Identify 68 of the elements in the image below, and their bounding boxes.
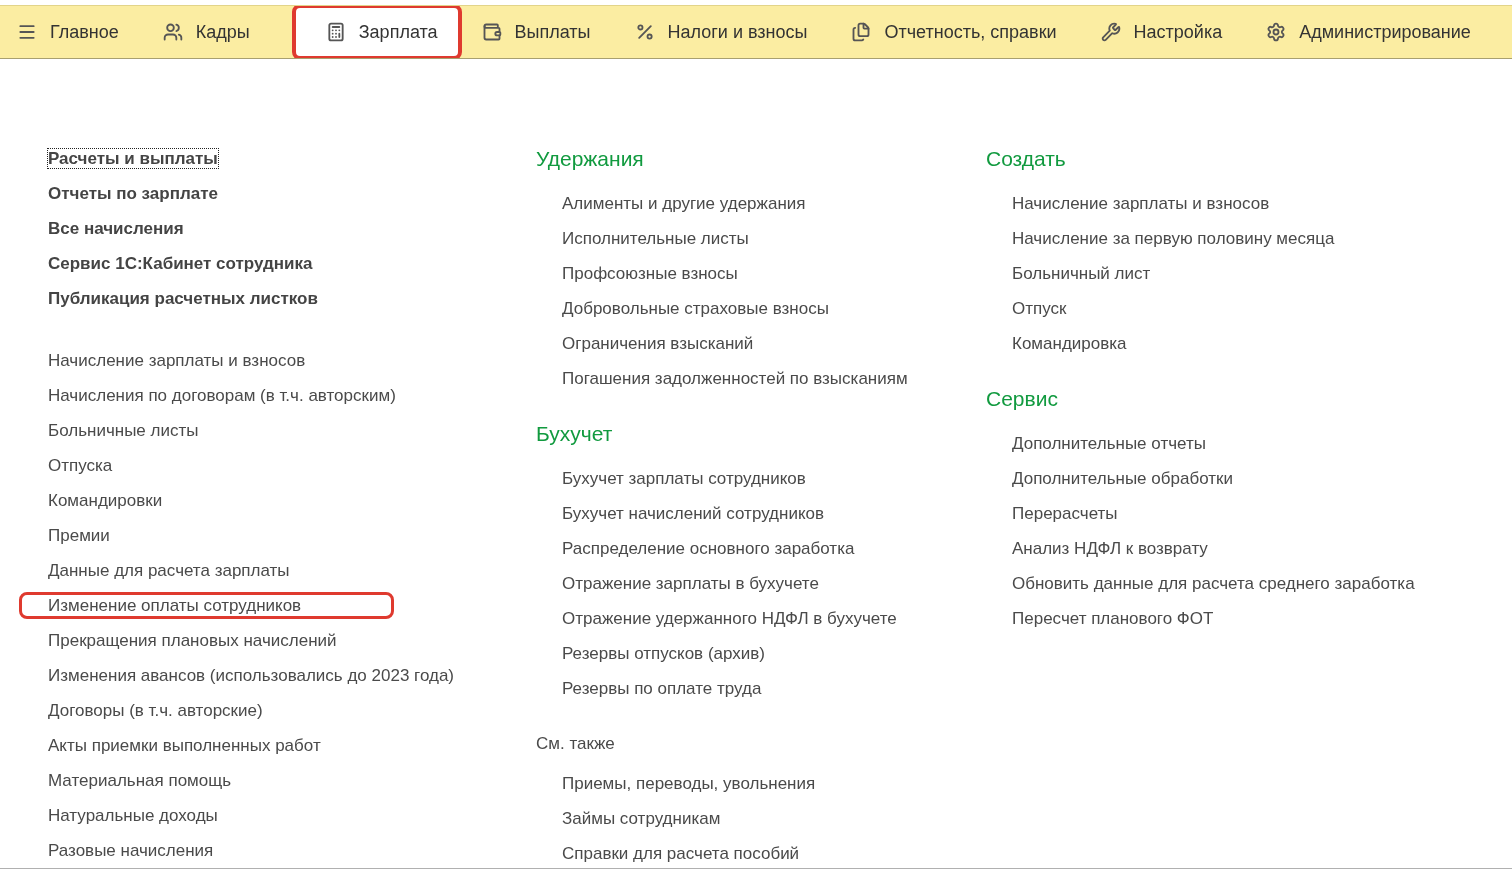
menu-link[interactable]: Ограничения взысканий [562,333,754,354]
menu-link[interactable]: Пересчет планового ФОТ [1012,608,1214,629]
section-heading: Сервис [986,386,1058,412]
menu-link[interactable]: Анализ НДФЛ к возврату [1012,538,1208,559]
menu-link[interactable]: Бухучет начислений сотрудников [562,503,824,524]
section-tab[interactable]: Администрирование [1266,6,1512,58]
section-tab[interactable]: Главное [17,6,163,58]
menu-link[interactable]: Отпуск [1012,298,1067,319]
wallet-icon [481,22,502,42]
main-link[interactable]: Сервис 1С:Кабинет сотрудника [48,246,313,281]
section-heading: Создать [986,146,1066,172]
main-link[interactable]: Все начисления [48,211,184,246]
menu-link[interactable]: Премии [48,525,110,546]
menu-link[interactable]: Отражение зарплаты в бухучете [562,573,819,594]
menu-link[interactable]: Дополнительные обработки [1012,468,1233,489]
menu-link[interactable]: Больничные листы [48,420,199,441]
calculator-icon [325,22,346,42]
menu-link[interactable]: Бухучет зарплаты сотрудников [562,468,806,489]
settings-icon [1266,22,1287,42]
menu-link[interactable]: Отражение удержанного НДФЛ в бухучете [562,608,897,629]
menu-link[interactable]: Добровольные страховые взносы [562,298,829,319]
menu-link[interactable]: Исполнительные листы [562,228,749,249]
menu-link[interactable]: Погашения задолженностей по взысканиям [562,368,908,389]
section-heading: Удержания [536,146,644,172]
section-tab[interactable]: Настройка [1100,6,1267,58]
menu-link[interactable]: Обновить данные для расчета среднего заработка [1012,573,1415,594]
main-link[interactable]: Публикация расчетных листков [48,281,318,316]
section-tab[interactable]: Кадры [162,6,294,58]
menu-link[interactable]: Разовые начисления [48,840,214,861]
menu-link[interactable]: Распределение основного заработка [562,538,855,559]
menu-link[interactable]: Прекращения плановых начислений [48,630,337,651]
section-heading: См. также [536,733,615,755]
menu-link[interactable]: Алименты и другие удержания [562,193,806,214]
menu-link[interactable]: Больничный лист [1012,263,1151,284]
menu-link[interactable]: Начисление за первую половину месяца [1012,228,1335,249]
main-link[interactable]: Расчеты и выплаты [48,141,218,176]
menu-link[interactable]: Командировка [1012,333,1127,354]
menu-link[interactable]: Акты приемки выполненных работ [48,735,321,756]
menu-link[interactable]: Дополнительные отчеты [1012,433,1206,454]
menu-link[interactable]: Отпуска [48,455,113,476]
menu-link[interactable]: Командировки [48,490,163,511]
section-tab[interactable]: Отчетность, справки [851,6,1101,58]
section-tab[interactable]: Налоги и взносы [634,6,852,58]
menu-link[interactable]: Перерасчеты [1012,503,1118,524]
menu-link[interactable]: Займы сотрудникам [562,808,721,829]
menu-link[interactable]: Справки для расчета пособий [562,843,800,864]
section-tab[interactable]: Выплаты [481,6,635,58]
menu-link[interactable]: Договоры (в т.ч. авторские) [48,700,263,721]
menu-link[interactable]: Резервы отпусков (архив) [562,643,765,664]
main-link[interactable]: Отчеты по зарплате [48,176,218,211]
menu-link[interactable]: Изменения авансов (использовались до 2023 года) [48,665,454,686]
wrench-icon [1100,22,1121,42]
menu-link[interactable]: Начисление зарплаты и взносов [48,350,306,371]
menu-link[interactable]: Начисления по договорам (в т.ч. авторским) [48,385,396,406]
menu-link[interactable]: Профсоюзные взносы [562,263,738,284]
menu-link[interactable]: Натуральные доходы [48,805,218,826]
section-heading: Бухучет [536,421,613,447]
documents-icon [851,22,872,42]
menu-link[interactable]: Данные для расчета зарплаты [48,560,290,581]
menu-link[interactable]: Начисление зарплаты и взносов [1012,193,1270,214]
menu-link[interactable]: Материальная помощь [48,770,232,791]
percent-icon [634,22,655,42]
menu-link[interactable]: Резервы по оплате труда [562,678,762,699]
section-tab[interactable]: Зарплата [293,6,460,58]
menu-link[interactable]: Изменение оплаты сотрудников [22,595,392,616]
menu-icon [17,22,37,42]
menu-link[interactable]: Приемы, переводы, увольнения [562,773,816,794]
people-icon [162,22,183,42]
